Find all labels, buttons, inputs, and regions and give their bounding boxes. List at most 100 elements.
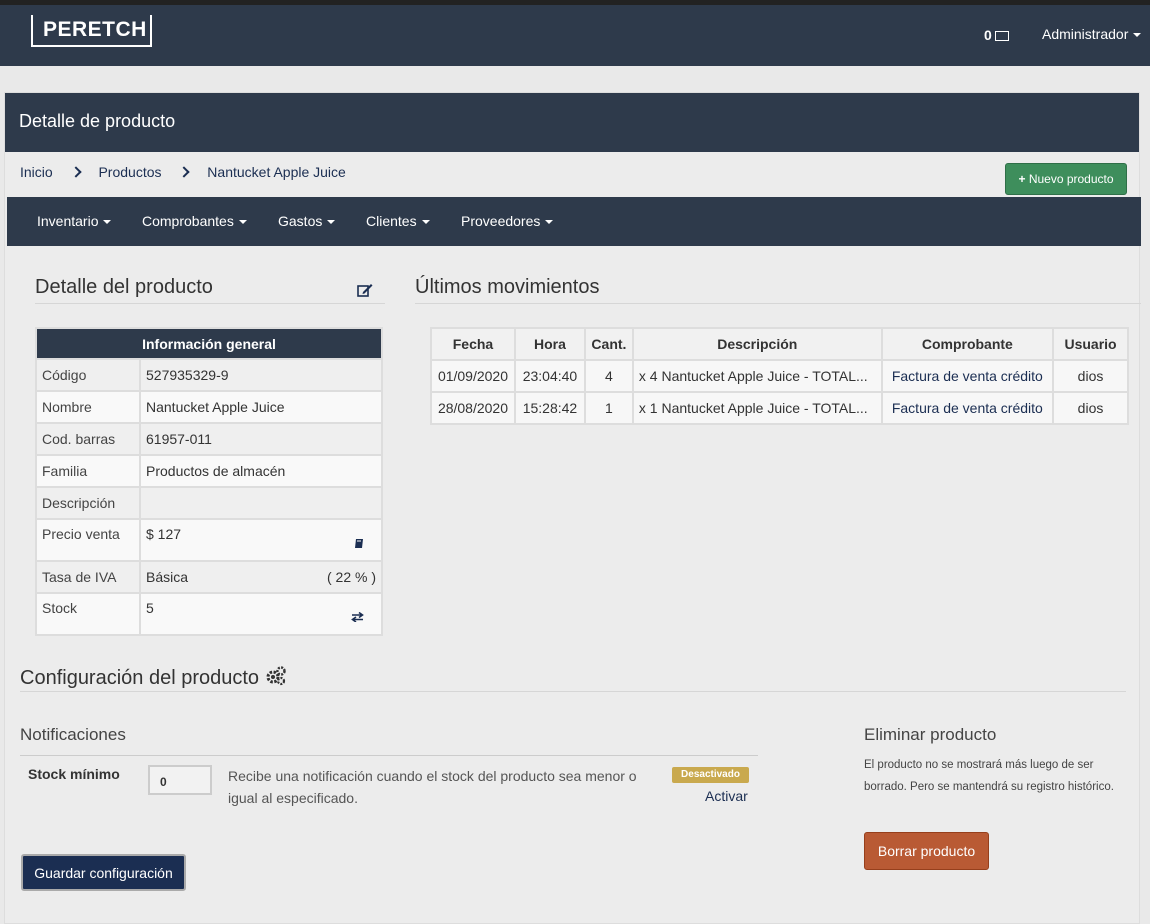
breadcrumb-productos[interactable]: Productos — [98, 164, 161, 180]
menu-proveedores[interactable]: Proveedores — [461, 213, 554, 229]
product-info-table: Información general Código 527935329-9 No… — [35, 327, 383, 636]
stock-min-input[interactable]: 0 — [148, 765, 212, 795]
cell-usuario: dios — [1052, 359, 1129, 393]
table-row: 28/08/2020 15:28:42 1 x 1 Nantucket Appl… — [430, 391, 1129, 425]
user-menu-label: Administrador — [1042, 26, 1129, 42]
top-navbar: PERETCH 0 Administrador — [0, 0, 1150, 66]
save-config-button[interactable]: Guardar configuración — [21, 854, 186, 891]
cell-cant: 4 — [583, 359, 634, 393]
transfer-icon[interactable] — [351, 612, 364, 622]
edit-icon[interactable] — [357, 283, 373, 297]
cell-fecha: 28/08/2020 — [430, 391, 516, 425]
col-descripcion: Descripción — [631, 327, 883, 361]
row-value: 61957-011 — [139, 422, 383, 456]
menu-gastos-label: Gastos — [278, 213, 323, 229]
new-product-label: Nuevo producto — [1028, 172, 1114, 186]
row-label: Stock — [35, 592, 141, 636]
cell-hora: 23:04:40 — [513, 359, 586, 393]
brand-name: PERETCH — [43, 18, 147, 41]
breadcrumb: Inicio Productos Nantucket Apple Juice — [20, 164, 346, 180]
cell-cant: 1 — [583, 391, 634, 425]
messages-count: 0 — [984, 27, 992, 43]
divider — [415, 303, 1141, 304]
caret-down-icon — [238, 220, 247, 225]
col-comprobante: Comprobante — [880, 327, 1055, 361]
divider — [35, 303, 385, 304]
gears-icon — [266, 666, 286, 686]
table-row: Tasa de IVA Básica ( 22 % ) — [35, 560, 383, 594]
activate-link[interactable]: Activar — [705, 788, 748, 804]
row-value: 5 — [146, 600, 154, 616]
brand-logo[interactable]: PERETCH — [31, 15, 152, 47]
row-value: Productos de almacén — [139, 454, 383, 488]
menu-clientes[interactable]: Clientes — [366, 213, 430, 229]
movements-table: Fecha Hora Cant. Descripción Comprobante… — [430, 327, 1129, 425]
col-fecha: Fecha — [430, 327, 516, 361]
menu-proveedores-label: Proveedores — [461, 213, 541, 229]
user-menu[interactable]: Administrador — [1042, 26, 1142, 42]
plus-icon: + — [1018, 172, 1026, 186]
chevron-right-icon — [178, 166, 191, 178]
info-table-header: Información general — [35, 327, 383, 360]
col-cant: Cant. — [583, 327, 634, 361]
row-label: Familia — [35, 454, 141, 488]
notifications-heading: Notificaciones — [20, 725, 126, 744]
price-list-icon[interactable] — [354, 538, 364, 549]
detail-heading: Detalle del producto — [35, 276, 213, 298]
messages-indicator[interactable]: 0 — [984, 27, 1009, 43]
stock-min-label: Stock mínimo — [28, 766, 120, 782]
cell-descripcion: x 4 Nantucket Apple Juice - TOTAL... — [631, 359, 883, 393]
voucher-link[interactable]: Factura de venta crédito — [892, 400, 1043, 416]
product-detail-panel: Detalle de producto Inicio Productos Nan… — [4, 92, 1141, 924]
movements-heading: Últimos movimientos — [415, 276, 600, 298]
table-row: 01/09/2020 23:04:40 4 x 4 Nantucket Appl… — [430, 359, 1129, 393]
cell-comprobante: Factura de venta crédito — [880, 359, 1055, 393]
menu-inventario-label: Inventario — [37, 213, 99, 229]
config-heading: Configuración del producto — [20, 664, 287, 690]
caret-down-icon — [421, 220, 430, 225]
row-label: Tasa de IVA — [35, 560, 141, 594]
envelope-icon — [994, 31, 1009, 41]
col-usuario: Usuario — [1052, 327, 1129, 361]
table-row: Código 527935329-9 — [35, 358, 383, 392]
caret-down-icon — [545, 220, 554, 225]
cell-usuario: dios — [1052, 391, 1129, 425]
table-row: Descripción — [35, 486, 383, 520]
menu-comprobantes-label: Comprobantes — [142, 213, 234, 229]
menu-comprobantes[interactable]: Comprobantes — [142, 213, 247, 229]
cell-descripcion: x 1 Nantucket Apple Juice - TOTAL... — [631, 391, 883, 425]
row-label: Descripción — [35, 486, 141, 520]
divider — [20, 691, 1126, 692]
table-row: Familia Productos de almacén — [35, 454, 383, 488]
caret-down-icon — [327, 220, 336, 225]
status-badge: Desactivado — [672, 767, 749, 783]
row-value-cell: Básica ( 22 % ) — [139, 560, 383, 594]
row-value: $ 127 — [146, 526, 182, 542]
row-value: Nantucket Apple Juice — [139, 390, 383, 424]
row-label: Nombre — [35, 390, 141, 424]
delete-product-button[interactable]: Borrar producto — [864, 832, 989, 870]
menu-clientes-label: Clientes — [366, 213, 417, 229]
row-value-cell: $ 127 — [139, 518, 383, 562]
col-hora: Hora — [513, 327, 586, 361]
table-row: Precio venta $ 127 — [35, 518, 383, 562]
table-row: Nombre Nantucket Apple Juice — [35, 390, 383, 424]
vat-rate: ( 22 % ) — [326, 569, 376, 585]
new-product-button[interactable]: + Nuevo producto — [1005, 163, 1127, 195]
row-label: Código — [35, 358, 141, 392]
row-value-cell: 5 — [139, 592, 383, 636]
divider — [20, 755, 758, 756]
breadcrumb-current[interactable]: Nantucket Apple Juice — [207, 164, 346, 180]
menu-inventario[interactable]: Inventario — [37, 213, 112, 229]
voucher-link[interactable]: Factura de venta crédito — [892, 368, 1043, 384]
panel-title: Detalle de producto — [5, 93, 1139, 152]
menu-gastos[interactable]: Gastos — [278, 213, 336, 229]
module-menu: Inventario Comprobantes Gastos Clientes … — [7, 197, 1141, 246]
stock-help-text: Recibe una notificación cuando el stock … — [228, 768, 637, 806]
breadcrumb-inicio[interactable]: Inicio — [20, 164, 53, 180]
config-heading-label: Configuración del producto — [20, 667, 260, 689]
caret-down-icon — [103, 220, 112, 225]
table-header-row: Fecha Hora Cant. Descripción Comprobante… — [430, 327, 1129, 361]
table-row: Cod. barras 61957-011 — [35, 422, 383, 456]
chevron-right-icon — [69, 166, 82, 178]
